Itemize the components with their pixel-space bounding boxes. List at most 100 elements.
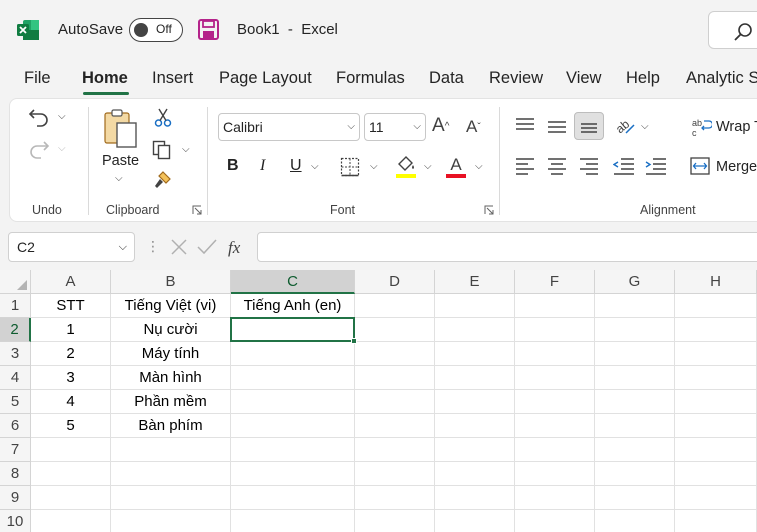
cell-a6[interactable]: 5: [31, 414, 111, 438]
cell-e8[interactable]: [435, 462, 515, 486]
cell-e6[interactable]: [435, 414, 515, 438]
row-header-6[interactable]: 6: [0, 414, 31, 438]
decrease-font-size-icon[interactable]: Aˇ: [466, 117, 481, 137]
cell-f1[interactable]: [515, 294, 595, 318]
paste-label[interactable]: Paste: [102, 153, 139, 169]
cell-a2[interactable]: 1: [31, 318, 111, 342]
tab-help[interactable]: Help: [626, 69, 660, 88]
merge-center-icon[interactable]: [690, 157, 710, 175]
increase-indent-icon[interactable]: [645, 157, 667, 175]
paste-dropdown-icon[interactable]: ⌵: [115, 173, 123, 184]
orientation-icon[interactable]: ab: [614, 115, 636, 135]
tab-data[interactable]: Data: [429, 69, 464, 88]
cell-h3[interactable]: [675, 342, 757, 366]
row-header-2[interactable]: 2: [0, 318, 31, 342]
cell-d10[interactable]: [355, 510, 435, 532]
undo-dropdown-icon[interactable]: ⌵: [58, 111, 66, 122]
tab-home[interactable]: Home: [82, 69, 128, 88]
fill-color-dropdown-icon[interactable]: ⌵: [424, 161, 432, 172]
cell-g2[interactable]: [595, 318, 675, 342]
cell-f10[interactable]: [515, 510, 595, 532]
font-launcher-icon[interactable]: [484, 205, 494, 215]
font-size-box[interactable]: 11 ⌵: [364, 113, 426, 141]
font-color-icon[interactable]: A: [445, 155, 467, 179]
formula-input[interactable]: [257, 232, 757, 262]
paste-icon[interactable]: [102, 107, 140, 149]
cell-a4[interactable]: 3: [31, 366, 111, 390]
cancel-icon[interactable]: [171, 239, 187, 255]
cell-d7[interactable]: [355, 438, 435, 462]
cell-b9[interactable]: [111, 486, 231, 510]
column-header-a[interactable]: A: [31, 270, 111, 294]
font-size-dropdown-icon[interactable]: ⌵: [413, 114, 421, 140]
cell-c3[interactable]: [231, 342, 355, 366]
cell-d6[interactable]: [355, 414, 435, 438]
font-name-dropdown-icon[interactable]: ⌵: [347, 114, 355, 140]
cell-g10[interactable]: [595, 510, 675, 532]
italic-icon[interactable]: I: [260, 157, 265, 175]
cell-b5[interactable]: Phần mềm: [111, 390, 231, 414]
align-left-icon[interactable]: [515, 157, 535, 175]
cell-c4[interactable]: [231, 366, 355, 390]
cell-c8[interactable]: [231, 462, 355, 486]
cell-e3[interactable]: [435, 342, 515, 366]
cell-a5[interactable]: 4: [31, 390, 111, 414]
top-align-icon[interactable]: [515, 117, 535, 133]
cell-h2[interactable]: [675, 318, 757, 342]
column-header-c[interactable]: C: [231, 270, 355, 294]
cell-h9[interactable]: [675, 486, 757, 510]
cell-b6[interactable]: Bàn phím: [111, 414, 231, 438]
cell-g7[interactable]: [595, 438, 675, 462]
row-header-3[interactable]: 3: [0, 342, 31, 366]
cell-h6[interactable]: [675, 414, 757, 438]
cell-a7[interactable]: [31, 438, 111, 462]
tab-review[interactable]: Review: [489, 69, 543, 88]
cell-d1[interactable]: [355, 294, 435, 318]
cell-f4[interactable]: [515, 366, 595, 390]
cell-d2[interactable]: [355, 318, 435, 342]
underline-icon[interactable]: U: [290, 157, 302, 175]
cell-a9[interactable]: [31, 486, 111, 510]
formula-bar-grip-icon[interactable]: ⋮: [146, 238, 160, 255]
borders-dropdown-icon[interactable]: ⌵: [370, 161, 378, 172]
tab-page-layout[interactable]: Page Layout: [219, 69, 312, 88]
wrap-text-label[interactable]: Wrap T: [716, 119, 757, 135]
cell-d5[interactable]: [355, 390, 435, 414]
cell-b1[interactable]: Tiếng Việt (vi): [111, 294, 231, 318]
name-box-dropdown-icon[interactable]: ⌵: [119, 233, 127, 261]
cell-g6[interactable]: [595, 414, 675, 438]
enter-icon[interactable]: [197, 239, 217, 255]
cell-f7[interactable]: [515, 438, 595, 462]
row-header-8[interactable]: 8: [0, 462, 31, 486]
column-header-d[interactable]: D: [355, 270, 435, 294]
search-box[interactable]: [708, 11, 757, 49]
borders-icon[interactable]: [340, 157, 360, 177]
cell-d9[interactable]: [355, 486, 435, 510]
cell-e2[interactable]: [435, 318, 515, 342]
bold-icon[interactable]: B: [227, 157, 239, 175]
copy-icon[interactable]: [152, 140, 172, 160]
cell-g4[interactable]: [595, 366, 675, 390]
row-header-5[interactable]: 5: [0, 390, 31, 414]
cell-c6[interactable]: [231, 414, 355, 438]
row-header-10[interactable]: 10: [0, 510, 31, 532]
cell-g1[interactable]: [595, 294, 675, 318]
format-painter-icon[interactable]: [153, 170, 173, 190]
cell-f5[interactable]: [515, 390, 595, 414]
cell-g8[interactable]: [595, 462, 675, 486]
cell-a8[interactable]: [31, 462, 111, 486]
row-header-1[interactable]: 1: [0, 294, 31, 318]
cell-h10[interactable]: [675, 510, 757, 532]
cell-d8[interactable]: [355, 462, 435, 486]
undo-icon[interactable]: [28, 107, 50, 127]
cell-b3[interactable]: Máy tính: [111, 342, 231, 366]
align-center-icon[interactable]: [547, 157, 567, 175]
cell-g3[interactable]: [595, 342, 675, 366]
clipboard-launcher-icon[interactable]: [192, 205, 202, 215]
decrease-indent-icon[interactable]: [613, 157, 635, 175]
cell-d3[interactable]: [355, 342, 435, 366]
cell-c5[interactable]: [231, 390, 355, 414]
cell-b10[interactable]: [111, 510, 231, 532]
cell-h5[interactable]: [675, 390, 757, 414]
cell-e9[interactable]: [435, 486, 515, 510]
